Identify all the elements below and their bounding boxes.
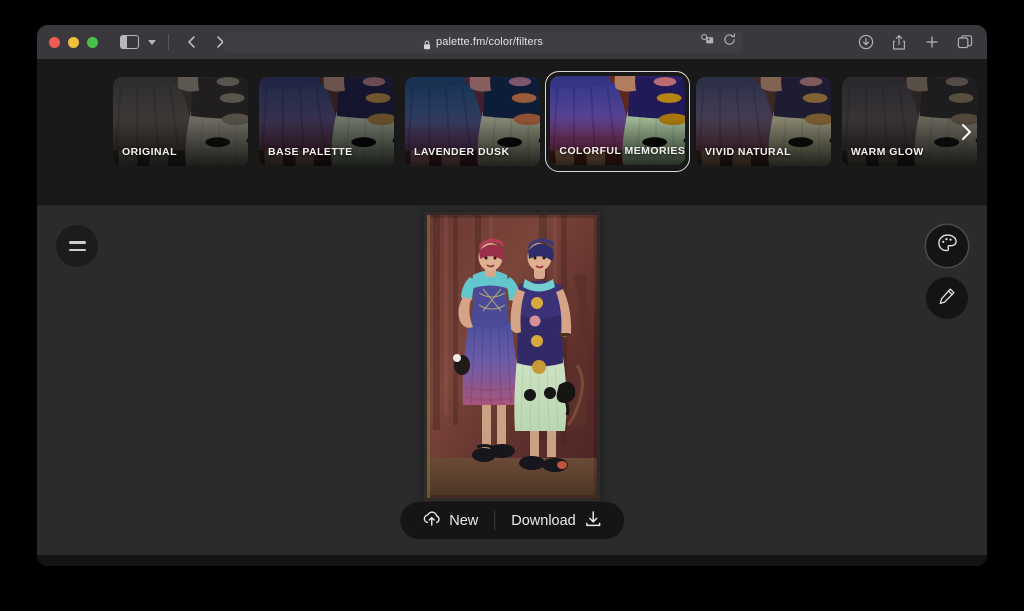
tool-buttons xyxy=(926,225,968,319)
filter-label-scrim xyxy=(113,120,248,166)
menu-button[interactable] xyxy=(56,225,98,267)
filter-label: BASE PALETTE xyxy=(268,146,353,158)
close-window-button[interactable] xyxy=(49,36,60,48)
photo-illustration xyxy=(427,215,597,498)
palette-tool-button[interactable] xyxy=(926,225,968,267)
edit-tool-button[interactable] xyxy=(926,277,968,319)
filter-label-scrim xyxy=(695,120,831,166)
scroll-next-button[interactable] xyxy=(949,115,983,149)
lock-icon xyxy=(423,37,431,50)
result-photo-frame xyxy=(424,212,600,501)
pencil-icon xyxy=(937,286,957,311)
browser-window: palette.fm/color/filters ORIGINAL BASE P… xyxy=(37,25,987,566)
filter-label-scrim xyxy=(259,120,394,166)
new-button[interactable]: New xyxy=(406,502,494,539)
minimize-window-button[interactable] xyxy=(68,36,79,48)
download-button-label: Download xyxy=(511,512,576,529)
filter-label: ORIGINAL xyxy=(122,146,177,158)
url-text: palette.fm/color/filters xyxy=(436,36,543,48)
downloads-icon[interactable] xyxy=(858,34,874,51)
download-icon xyxy=(584,510,602,532)
filter-thumbnail[interactable]: BASE PALETTE xyxy=(259,77,394,166)
menu-line xyxy=(68,241,86,244)
window-controls xyxy=(49,36,98,48)
web-page: ORIGINAL BASE PALETTE LAVENDER DUSK COLO… xyxy=(37,59,987,566)
filter-strip: ORIGINAL BASE PALETTE LAVENDER DUSK COLO… xyxy=(37,59,987,206)
tab-overview-icon[interactable] xyxy=(957,34,973,51)
filter-thumbnail[interactable]: ORIGINAL xyxy=(113,77,248,166)
filter-label: WARM GLOW xyxy=(850,146,924,158)
window-footer xyxy=(37,555,987,566)
download-button[interactable]: Download xyxy=(495,502,618,539)
sidebar-controls xyxy=(98,35,156,49)
new-button-label: New xyxy=(449,512,479,529)
menu-line xyxy=(68,248,86,251)
toolbar-divider xyxy=(168,34,169,50)
result-photo[interactable] xyxy=(427,215,597,498)
address-bar-actions xyxy=(701,33,736,51)
chevron-down-icon[interactable] xyxy=(148,39,156,45)
filter-card[interactable]: ORIGINAL xyxy=(113,77,248,166)
address-bar[interactable]: palette.fm/color/filters xyxy=(223,31,743,53)
extensions-icon[interactable] xyxy=(701,33,716,51)
filter-card[interactable]: BASE PALETTE xyxy=(259,77,394,166)
sidebar-toggle-icon[interactable] xyxy=(120,35,139,49)
toolbar-right-actions xyxy=(858,34,973,51)
share-icon[interactable] xyxy=(891,34,907,51)
filter-label-scrim xyxy=(405,120,540,166)
palette-icon xyxy=(937,233,958,259)
filter-label: VIVID NATURAL xyxy=(704,146,791,158)
new-tab-icon[interactable] xyxy=(924,34,940,51)
back-button[interactable] xyxy=(181,31,203,53)
filter-track: ORIGINAL BASE PALETTE LAVENDER DUSK COLO… xyxy=(113,71,977,172)
filter-card[interactable]: LAVENDER DUSK xyxy=(405,77,540,166)
filter-card[interactable]: COLORFUL MEMORIES xyxy=(550,76,686,166)
action-bar: New Download xyxy=(400,502,624,539)
filter-thumbnail[interactable]: VIVID NATURAL xyxy=(695,77,831,166)
upload-cloud-icon xyxy=(422,510,441,531)
filter-thumbnail[interactable]: COLORFUL MEMORIES xyxy=(545,71,691,172)
filter-label-scrim xyxy=(550,119,686,166)
reload-icon[interactable] xyxy=(723,33,736,51)
zoom-window-button[interactable] xyxy=(87,36,98,48)
filter-thumbnail[interactable]: LAVENDER DUSK xyxy=(405,77,540,166)
filter-label: COLORFUL MEMORIES xyxy=(559,145,686,158)
browser-toolbar: palette.fm/color/filters xyxy=(37,25,987,59)
filter-label: LAVENDER DUSK xyxy=(414,146,510,158)
editor-canvas: New Download xyxy=(37,206,987,566)
filter-card[interactable]: VIVID NATURAL xyxy=(695,77,831,166)
